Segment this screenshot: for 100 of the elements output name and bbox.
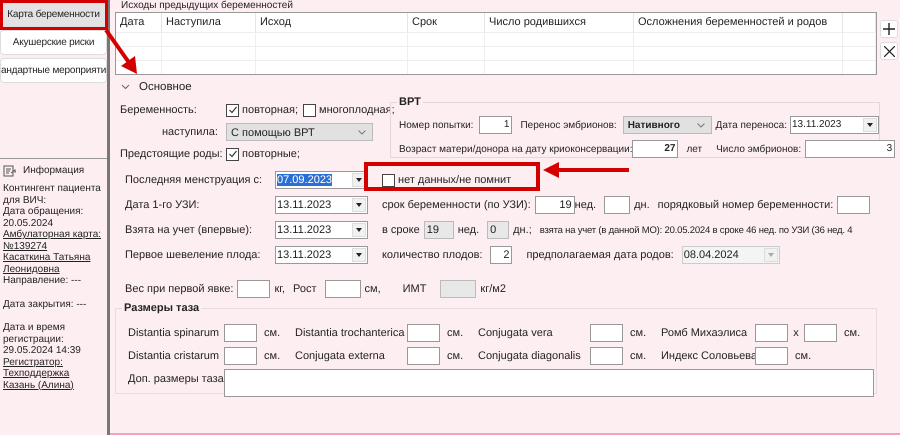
field-label: Перенос эмбрионов: <box>520 120 617 130</box>
dropdown-button[interactable] <box>352 248 366 262</box>
unit-label: нед. <box>574 199 596 211</box>
field-label: Дата переноса: <box>716 120 787 130</box>
text-area[interactable] <box>224 368 874 396</box>
number-field[interactable]: 27 <box>632 140 678 158</box>
date-field[interactable]: 13.11.2023 <box>275 221 368 239</box>
input-field[interactable] <box>590 346 623 364</box>
input-field[interactable] <box>804 324 837 342</box>
column-header: Срок <box>408 13 485 32</box>
field-label: Дата 1-го УЗИ: <box>125 199 200 211</box>
dropdown[interactable]: С помощью ВРТ <box>226 123 373 141</box>
dropdown-button[interactable] <box>352 198 366 212</box>
number-field[interactable]: 19 <box>534 196 575 214</box>
input-field[interactable] <box>224 346 257 364</box>
unit-label: лет <box>686 144 702 154</box>
unit-label: см. <box>794 350 812 362</box>
checkbox[interactable] <box>303 104 316 116</box>
field-label: Предстоящие роды: <box>120 148 224 160</box>
unit-label: кг, <box>274 283 285 295</box>
pointer-arrow <box>104 28 140 76</box>
checkbox[interactable] <box>226 148 239 160</box>
column-header: Число родившихся <box>485 13 634 32</box>
field-label: Возраст матери/донора на дату криоконсервации: <box>399 144 632 154</box>
input-field[interactable] <box>407 346 440 364</box>
info-text: Направление: --- <box>3 275 82 286</box>
field-label: Conjugata diagonalis <box>478 350 582 362</box>
date-field[interactable]: 13.11.2023 <box>275 246 368 264</box>
input-field[interactable] <box>324 280 360 298</box>
column-header: Дата <box>116 13 162 32</box>
field-label: Вес при первой явке: <box>125 283 234 295</box>
sidebar-tab[interactable]: андартные мероприяти <box>0 58 107 83</box>
info-text: Дата обращения: 20.05.2024 <box>3 206 84 229</box>
input-field[interactable] <box>224 324 257 342</box>
field-label: Distantia trochanterica <box>295 326 406 338</box>
group-title: ВРТ <box>397 96 423 108</box>
input-field[interactable] <box>837 196 870 214</box>
caret-icon <box>358 130 366 135</box>
field-label: Число эмбрионов: <box>716 144 802 154</box>
unit-label: см, <box>364 283 381 295</box>
checkbox[interactable] <box>226 104 239 116</box>
unit-label: см. <box>843 326 862 338</box>
field-label: предполагаемая дата родов: <box>526 249 674 261</box>
date-field[interactable]: 13.11.2023 <box>790 116 879 134</box>
info-title: Информация <box>23 165 84 177</box>
chevron-down-icon[interactable] <box>121 84 130 90</box>
info-link[interactable]: Касаткина Татьяна Леонидовна <box>3 252 104 275</box>
info-link[interactable]: Амбулаторная карта: №139274 <box>3 229 104 252</box>
checkbox-label: нет данных/не помнит <box>398 174 512 186</box>
input-field[interactable] <box>755 324 788 342</box>
caret-icon <box>696 123 705 128</box>
unit-label: см. <box>446 326 464 338</box>
field-label: Distantia spinarum <box>128 326 220 338</box>
field-label: Ромб Михаэлиса <box>661 326 748 338</box>
checkbox-label: повторные; <box>242 148 300 160</box>
date-field[interactable]: 13.11.2023 <box>275 196 368 214</box>
field-label: количество плодов: <box>382 249 482 261</box>
delete-button[interactable] <box>880 42 898 60</box>
dropdown[interactable]: Нативного <box>622 116 712 134</box>
unit-label: кг/м2 <box>480 283 506 295</box>
field-label: Последняя менструация с: <box>125 174 264 186</box>
unit-label: см. <box>629 326 648 338</box>
field-label: Доп. размеры таза <box>128 372 224 384</box>
input-field[interactable] <box>755 346 788 364</box>
input-field[interactable] <box>604 196 630 214</box>
document-icon <box>3 165 17 177</box>
number-field[interactable]: 3 <box>805 140 896 158</box>
dropdown-button[interactable] <box>863 118 877 132</box>
dropdown-button[interactable] <box>352 223 366 237</box>
unit-label: см. <box>263 326 282 338</box>
field-label: Взята на учет (впервые): <box>125 224 254 236</box>
sidebar-tab[interactable]: Карта беременности <box>0 2 107 27</box>
column-header: Наступила <box>162 13 256 32</box>
input-field[interactable] <box>440 280 476 298</box>
sidebar-tab[interactable]: Акушерские риски <box>0 30 107 55</box>
unit-label: дн.; <box>513 224 532 236</box>
unit-label: дн. <box>634 199 650 211</box>
field-label: Conjugata externa <box>295 350 386 362</box>
separator-text: x <box>792 326 800 338</box>
info-link[interactable]: Регистратор: Техподдержка Казань (Алина) <box>3 356 104 391</box>
number-field[interactable]: 2 <box>490 246 512 264</box>
table-title: Исходы предыдущих беременностей <box>120 0 294 11</box>
unit-label: см. <box>446 350 464 362</box>
field-label: порядковый номер беременности: <box>658 199 834 211</box>
field-label: срок беременности (по УЗИ): <box>382 199 531 211</box>
checkbox[interactable] <box>382 174 395 186</box>
group-title: Размеры таза <box>122 302 202 314</box>
info-text: Контингент пациента для ВИЧ: <box>3 183 102 206</box>
input-field[interactable] <box>407 324 440 342</box>
section-title[interactable]: Основное <box>139 81 192 93</box>
input-field[interactable] <box>237 280 270 298</box>
registration-note: взята на учет (в данной МО): 20.05.2024 в сроке 46 нед. по УЗИ (36 нед. 4 <box>540 224 852 236</box>
unit-label: см. <box>263 350 282 362</box>
field-label: Номер попытки: <box>399 120 474 130</box>
plus-icon <box>883 23 895 35</box>
unit-label: см. <box>629 350 648 362</box>
input-field[interactable] <box>590 324 623 342</box>
add-button[interactable] <box>880 20 898 38</box>
column-header: Исход <box>256 13 408 32</box>
number-field[interactable]: 1 <box>479 116 512 134</box>
